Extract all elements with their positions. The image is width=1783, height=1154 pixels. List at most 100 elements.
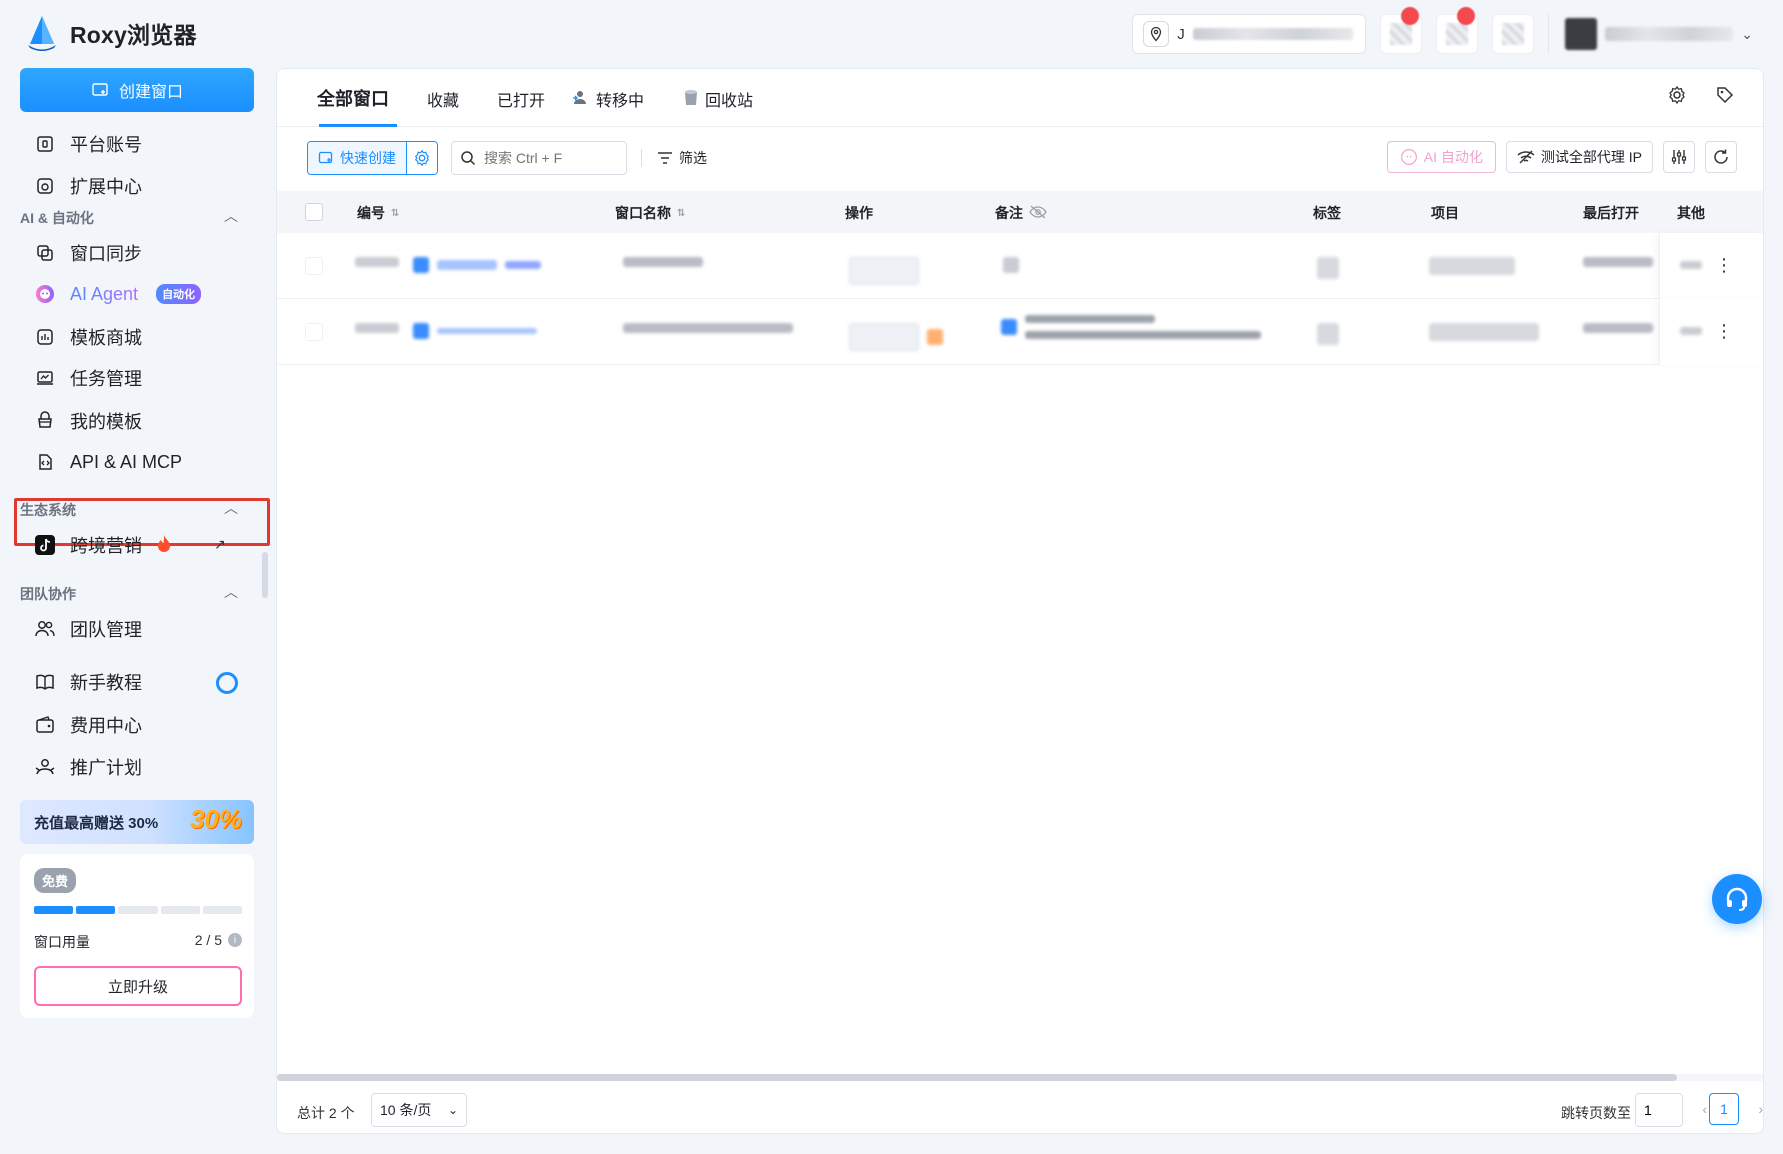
sort-icon[interactable]: ⇅ [391,208,399,219]
sidebar-item-cross-border[interactable]: 跨境营销 [34,530,172,560]
sidebar-item-window-sync[interactable]: 窗口同步 [34,238,142,268]
eye-off-icon[interactable] [1029,205,1047,222]
sidebar-item-tutorial[interactable]: 新手教程 [34,667,142,697]
refresh-button[interactable] [1705,141,1737,173]
app-root: Roxy浏览器 J ⌄ 创建窗口 平台账号 扩展中心 AI & 自动化 ︿ 窗口… [0,0,1783,1154]
row-actions-cell [849,323,943,351]
tab-label: 回收站 [705,93,754,110]
api-icon [34,451,56,473]
chevron-up-icon[interactable]: ︿ [224,206,238,226]
redacted-text [355,257,399,267]
quick-create-settings-button[interactable] [407,142,437,174]
ip-location-box[interactable]: J [1132,14,1367,54]
usage-progress-bar [34,906,243,914]
select-all-checkbox[interactable] [305,203,323,221]
gear-icon[interactable] [1667,85,1687,110]
sidebar-item-billing[interactable]: 费用中心 [34,710,142,740]
redacted-text [1583,257,1653,267]
toolbar: 快速创建 筛选 AI 自动化 [307,141,1737,175]
sidebar-item-referral[interactable]: 推广计划 [34,752,142,782]
sidebar-item-ai-agent[interactable]: AI Agent 自动化 [34,279,202,309]
book-icon [34,671,56,693]
column-label: 窗口名称 [615,205,671,221]
promo-big-number: 30% [189,804,242,834]
tag-icon[interactable] [1715,85,1735,110]
sidebar-item-extensions[interactable]: 扩展中心 [34,171,142,201]
external-link-icon[interactable]: ↗ [214,536,226,553]
more-icon[interactable]: ⋮ [1715,321,1733,342]
customer-support-button[interactable] [1712,874,1762,924]
sliders-icon [1671,150,1687,164]
tab-opened[interactable]: 已打开 [497,87,545,111]
jump-label: 跳转页数至 [1561,1105,1631,1121]
chevron-right-icon[interactable]: › [1758,1101,1763,1117]
column-header-window-name[interactable]: 窗口名称 ⇅ [615,203,685,223]
notification-badge [1401,7,1420,25]
page-size-select[interactable]: 10 条/页 ⌄ [371,1093,467,1127]
chevron-up-icon[interactable]: ︿ [224,498,238,518]
redacted-text [1680,327,1702,335]
recharge-promo-banner[interactable]: 充值最高赠送 30% 30% [20,800,254,844]
filter-button[interactable]: 筛选 [657,141,707,175]
filter-label: 筛选 [679,150,707,166]
redacted-icon [1003,257,1019,273]
quick-create-icon [318,151,333,164]
fire-icon [156,534,172,557]
transfer-icon [572,89,590,110]
info-icon[interactable]: i [228,933,242,947]
sidebar-item-api-mcp[interactable]: API & AI MCP [34,447,182,477]
quick-create-button[interactable]: 快速创建 [308,142,407,174]
tab-all-windows[interactable]: 全部窗口 [317,85,389,111]
tab-favorites[interactable]: 收藏 [427,87,459,111]
toolbar-right: AI 自动化 测试全部代理 IP [1386,141,1737,173]
tab-label: 已打开 [497,93,546,110]
column-header-id[interactable]: 编号 ⇅ [357,203,399,223]
open-button-redacted[interactable] [849,257,919,285]
sidebar-item-label: AI Agent [70,283,139,304]
redacted-text [437,260,497,270]
sidebar-item-task-management[interactable]: 任务管理 [34,363,142,393]
sidebar: 创建窗口 平台账号 扩展中心 AI & 自动化 ︿ 窗口同步 AI Agent … [0,60,270,1154]
tab-transferring[interactable]: 转移中 [572,87,644,111]
column-settings-button[interactable] [1663,141,1695,173]
checkbox[interactable] [305,203,323,221]
table-row[interactable]: ⋮ [277,233,1763,299]
horizontal-scrollbar[interactable] [277,1074,1677,1081]
column-label: 操作 [845,205,873,221]
sidebar-item-template-store[interactable]: 模板商城 [34,322,142,352]
column-label: 编号 [357,205,385,221]
table-header: 编号 ⇅ 窗口名称 ⇅ 操作 备注 标签 项目 最后打开 其他 [277,191,1763,233]
notification-icon-2[interactable] [1436,7,1479,54]
test-proxy-button[interactable]: 测试全部代理 IP [1505,141,1653,173]
sidebar-item-team-management[interactable]: 团队管理 [34,614,142,644]
notification-icon-1[interactable] [1380,7,1423,54]
sort-icon[interactable]: ⇅ [677,208,685,219]
ai-automation-button[interactable]: AI 自动化 [1386,141,1496,173]
user-name-redacted [1605,27,1734,41]
create-window-button[interactable]: 创建窗口 [20,68,254,112]
sidebar-item-my-templates[interactable]: 我的模板 [34,406,142,436]
upgrade-button[interactable]: 立即升级 [34,966,242,1006]
open-button-redacted[interactable] [849,323,919,351]
redacted-browser-icon [413,323,429,339]
row-window-name-cell [623,323,793,333]
table-row[interactable]: ⋮ [277,299,1763,365]
topbar-action-icon[interactable] [1492,14,1535,54]
row-checkbox[interactable] [305,323,323,341]
chevron-up-icon[interactable]: ︿ [224,582,238,602]
search-input[interactable] [484,150,604,166]
page-number-current[interactable]: 1 [1709,1093,1739,1125]
more-icon[interactable]: ⋮ [1715,255,1733,276]
redacted-icon [927,329,943,345]
promo-text: 充值最高赠送 30% [34,814,159,832]
sidebar-scrollbar[interactable] [262,552,268,598]
row-checkbox[interactable] [305,257,323,275]
sidebar-item-platform-accounts[interactable]: 平台账号 [34,129,142,159]
ai-automation-label: AI 自动化 [1423,149,1483,165]
tab-recycle-bin[interactable]: 回收站 [683,87,753,111]
user-menu[interactable]: ⌄ [1548,14,1753,54]
chevron-left-icon[interactable]: ‹ [1702,1101,1707,1117]
app-logo[interactable]: Roxy浏览器 [24,14,197,52]
wallet-icon [34,714,56,736]
jump-page-input[interactable] [1635,1093,1683,1127]
